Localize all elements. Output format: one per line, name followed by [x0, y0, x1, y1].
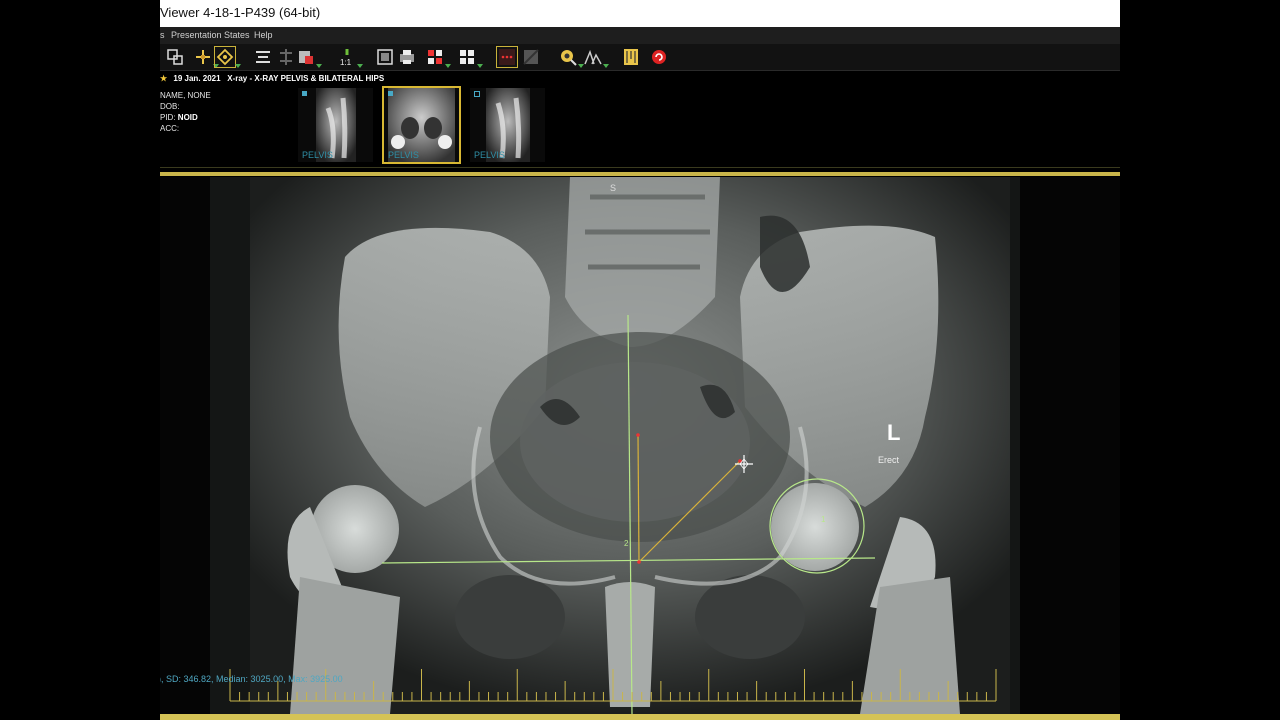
- thumbnail-2[interactable]: PELVIS: [382, 86, 461, 164]
- thumbnail-marker: [388, 91, 393, 96]
- svg-text:1:1: 1:1: [340, 58, 352, 67]
- patient-dob: DOB:: [160, 102, 180, 111]
- fit-button[interactable]: [375, 47, 395, 67]
- side-marker: L: [887, 420, 901, 445]
- overlay-button[interactable]: [496, 46, 518, 68]
- actual-size-button[interactable]: 1:1: [337, 47, 363, 68]
- stack-button[interactable]: [253, 47, 273, 67]
- grid-icon: [460, 50, 474, 64]
- patient-acc: ACC:: [160, 124, 180, 133]
- print-button[interactable]: [397, 47, 417, 67]
- crosshair-icon: [196, 50, 210, 64]
- ruler-button[interactable]: [621, 47, 641, 67]
- measurement-label-2: 2: [624, 539, 629, 548]
- window-level-icon: [216, 48, 234, 66]
- patient-name: NAME, NONE: [160, 91, 211, 100]
- probe-button[interactable]: [558, 47, 584, 68]
- patient-info: NAME, NONE DOB: PID: NOID ACC:: [160, 90, 211, 134]
- grid-button[interactable]: [457, 47, 483, 68]
- ruler-icon: [624, 49, 638, 65]
- actual-size-icon: 1:1: [340, 49, 352, 67]
- probe-icon: [561, 50, 577, 66]
- crosshair-button[interactable]: [193, 47, 219, 68]
- position-label: Erect: [878, 455, 900, 465]
- thumbnail-marker: [302, 91, 307, 96]
- title-bar: Viewer 4-18-1-P439 (64-bit): [160, 0, 1120, 27]
- study-header[interactable]: ★ 19 Jan. 2021 X-ray - X-RAY PELVIS & BI…: [160, 74, 384, 83]
- window-title: Viewer 4-18-1-P439 (64-bit): [160, 5, 321, 20]
- measurement-label-1: 1: [821, 515, 826, 524]
- color-grid-icon: [428, 50, 442, 64]
- split-icon: [280, 49, 292, 65]
- mountains-icon: [584, 49, 602, 65]
- print-icon: [400, 50, 414, 64]
- separator: [160, 167, 1120, 168]
- menu-bar: s Presentation States Help: [160, 27, 1120, 44]
- viewer-app: Viewer 4-18-1-P439 (64-bit) s Presentati…: [160, 0, 1120, 720]
- active-viewport-bar: [160, 172, 1120, 176]
- thumbnail-label: PELVIS: [388, 150, 419, 160]
- invert-button[interactable]: [521, 47, 541, 67]
- thumbnail-1[interactable]: PELVIS: [298, 88, 373, 162]
- measure-point[interactable]: [636, 433, 640, 437]
- image-viewport[interactable]: S L Erect 1 2 ), SD: 346.82, Median: 302…: [160, 177, 1120, 714]
- menu-item-view[interactable]: s: [160, 30, 165, 40]
- stack-icon: [256, 51, 270, 63]
- toolbar: 1:1: [160, 44, 1120, 71]
- export-icon: [299, 51, 313, 64]
- mountains-button[interactable]: [583, 47, 609, 68]
- invert-icon: [523, 49, 539, 65]
- color-grid-button[interactable]: [425, 47, 451, 68]
- patient-pid: PID: NOID: [160, 113, 198, 122]
- close-study-icon: [652, 50, 666, 64]
- layout-button[interactable]: [165, 47, 185, 67]
- layout-icon: [167, 49, 183, 65]
- fit-icon: [377, 49, 393, 65]
- orientation-marker-top: S: [610, 183, 617, 193]
- bottom-viewport-bar: [160, 714, 1120, 720]
- thumbnail-3[interactable]: PELVIS: [470, 88, 545, 162]
- close-study-button[interactable]: [649, 47, 669, 67]
- window-level-button[interactable]: [214, 46, 241, 68]
- roi-statistics: ), SD: 346.82, Median: 3025.00, Max: 392…: [160, 674, 343, 684]
- menu-item-presentation-states[interactable]: Presentation States: [171, 30, 250, 40]
- thumbnail-label: PELVIS: [474, 150, 505, 160]
- study-description: X-ray - X-RAY PELVIS & BILATERAL HIPS: [227, 74, 385, 83]
- measure-point[interactable]: [637, 560, 641, 564]
- xray-image: [210, 177, 1020, 714]
- star-icon: ★: [160, 74, 168, 83]
- overlay-icon: [499, 49, 515, 65]
- thumbnail-marker: [474, 91, 480, 97]
- menu-item-help[interactable]: Help: [254, 30, 273, 40]
- export-button[interactable]: [296, 47, 322, 68]
- study-date: 19 Jan. 2021: [173, 74, 221, 83]
- split-button[interactable]: [276, 47, 296, 67]
- thumbnail-label: PELVIS: [302, 150, 333, 160]
